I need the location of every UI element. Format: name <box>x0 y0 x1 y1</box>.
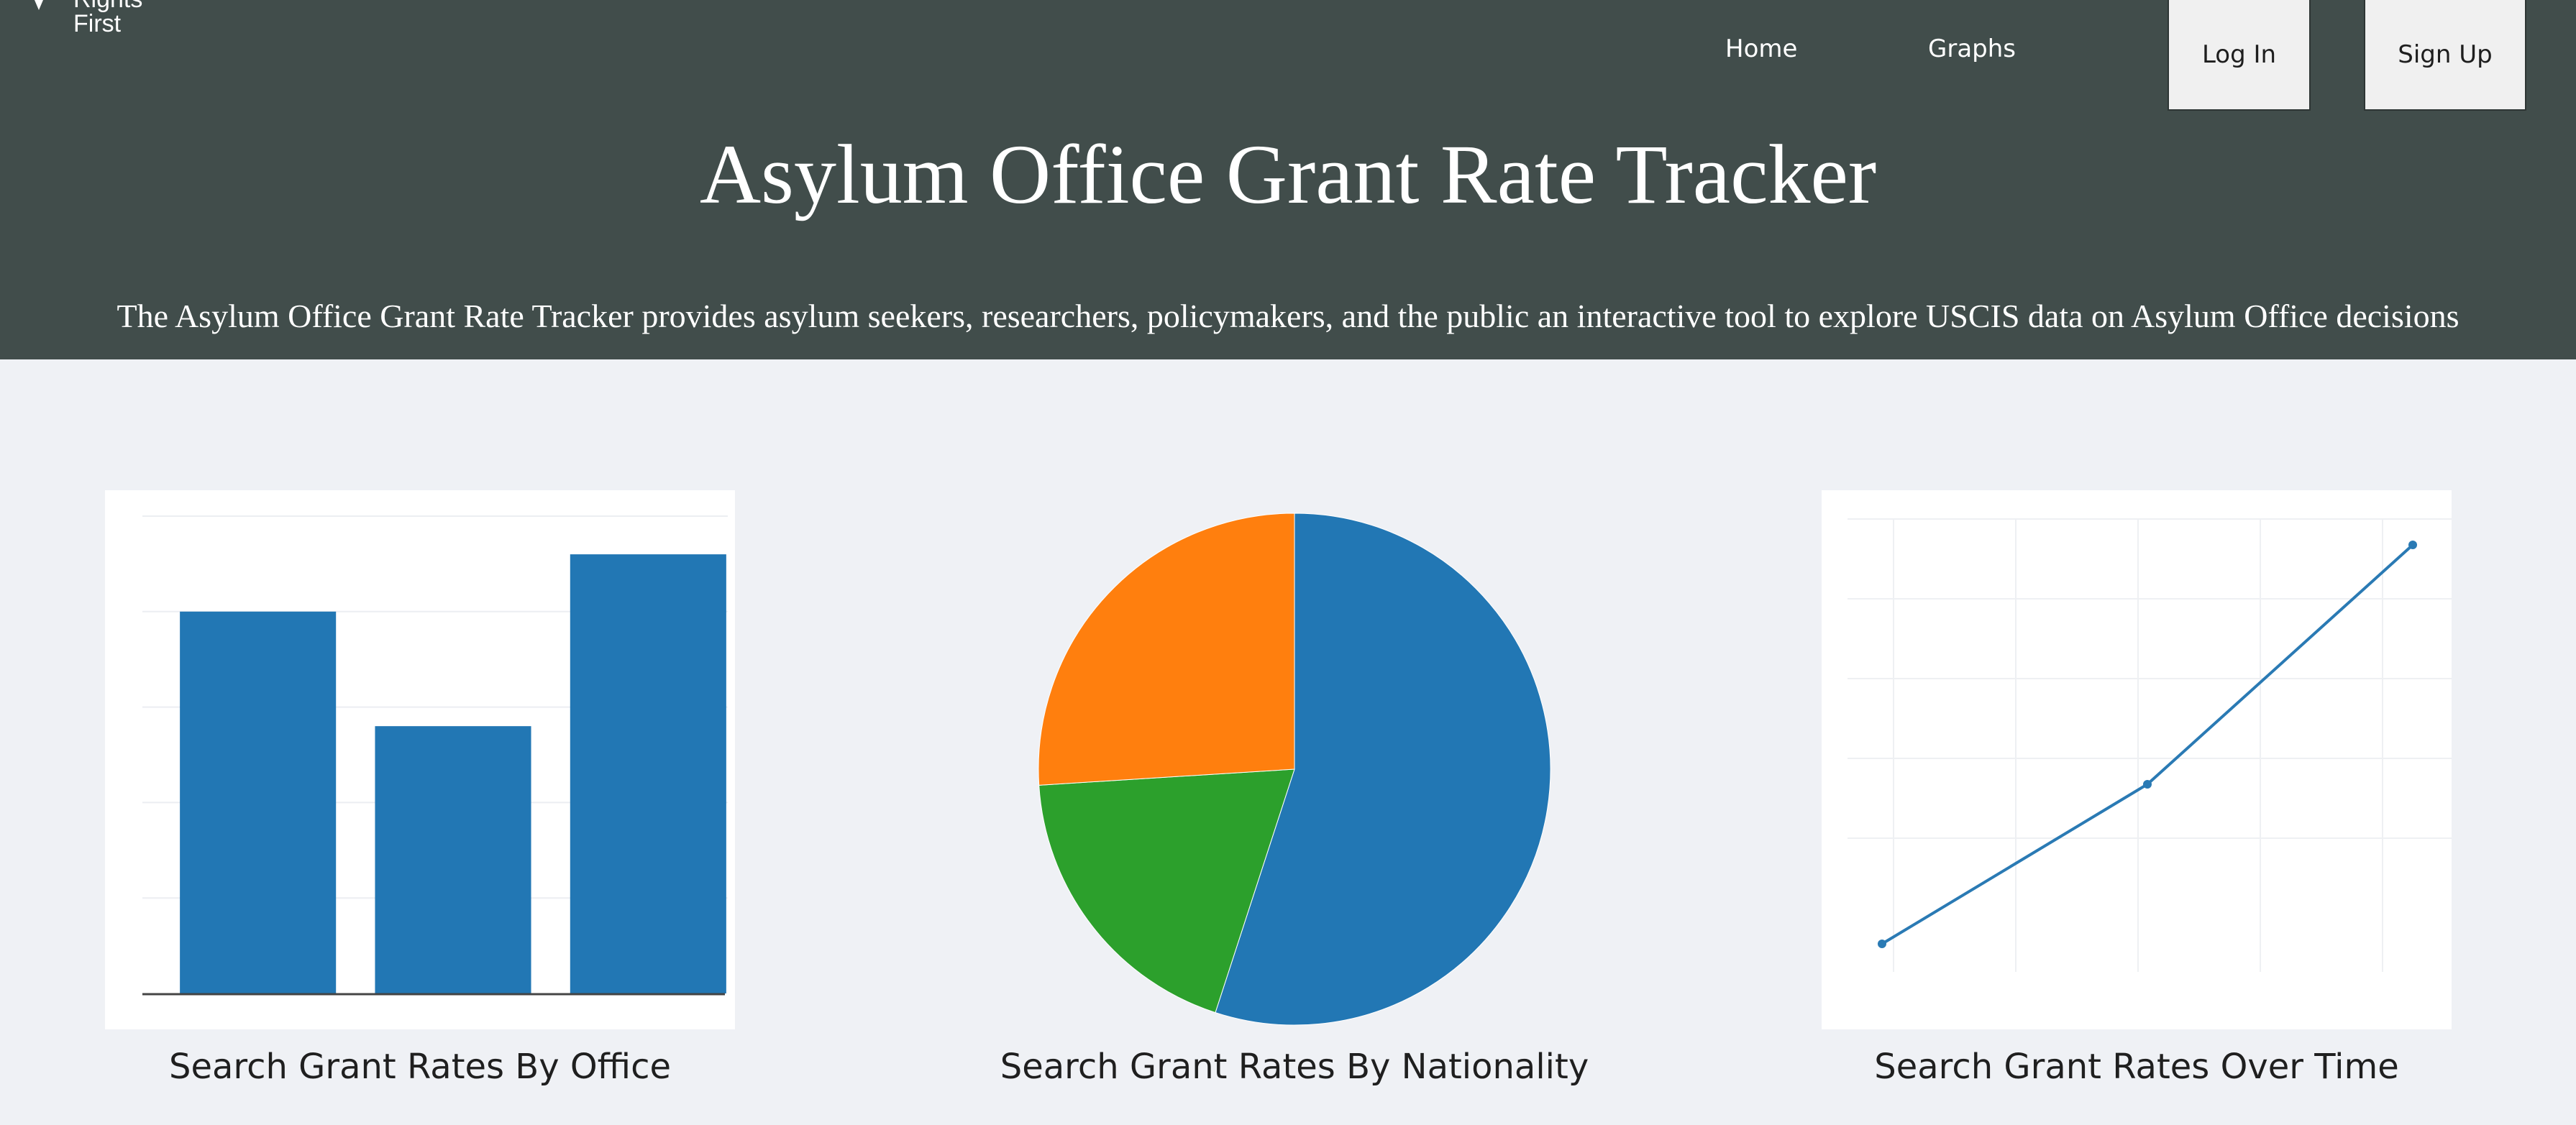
line-series <box>1881 543 2414 945</box>
logo-text-line-2: First <box>73 10 122 37</box>
site-header: Rights First Home Graphs Log In Sign Up … <box>0 0 2576 359</box>
time-line-chart <box>1847 518 2452 972</box>
office-card-label[interactable]: Search Grant Rates By Office <box>105 1044 735 1090</box>
nav-graphs-link[interactable]: Graphs <box>1928 32 2016 66</box>
login-button[interactable]: Log In <box>2168 0 2311 111</box>
nationality-pie-chart <box>1038 513 1551 1026</box>
nationality-card-label[interactable]: Search Grant Rates By Nationality <box>863 1044 1726 1090</box>
line-point <box>2143 780 2152 789</box>
signup-button[interactable]: Sign Up <box>2364 0 2526 111</box>
nationality-chart-card[interactable] <box>1034 509 1555 1029</box>
page-title: Asylum Office Grant Rate Tracker <box>699 127 1877 221</box>
bar-mark <box>180 611 337 993</box>
time-chart-card[interactable] <box>1822 490 2452 1029</box>
bar-mark <box>570 554 726 993</box>
line-point <box>2408 541 2417 549</box>
nav-home-link[interactable]: Home <box>1725 32 1797 66</box>
pie-slice <box>1038 513 1295 786</box>
logo-mark-icon <box>35 0 43 10</box>
line-point <box>1878 940 1886 948</box>
office-bar-chart <box>142 515 728 996</box>
time-card-label[interactable]: Search Grant Rates Over Time <box>1822 1044 2452 1090</box>
bar-mark <box>375 726 531 993</box>
office-chart-card[interactable] <box>105 490 735 1029</box>
page-subtitle: The Asylum Office Grant Rate Tracker pro… <box>117 298 2459 334</box>
logo-text: Rights First <box>73 0 142 36</box>
